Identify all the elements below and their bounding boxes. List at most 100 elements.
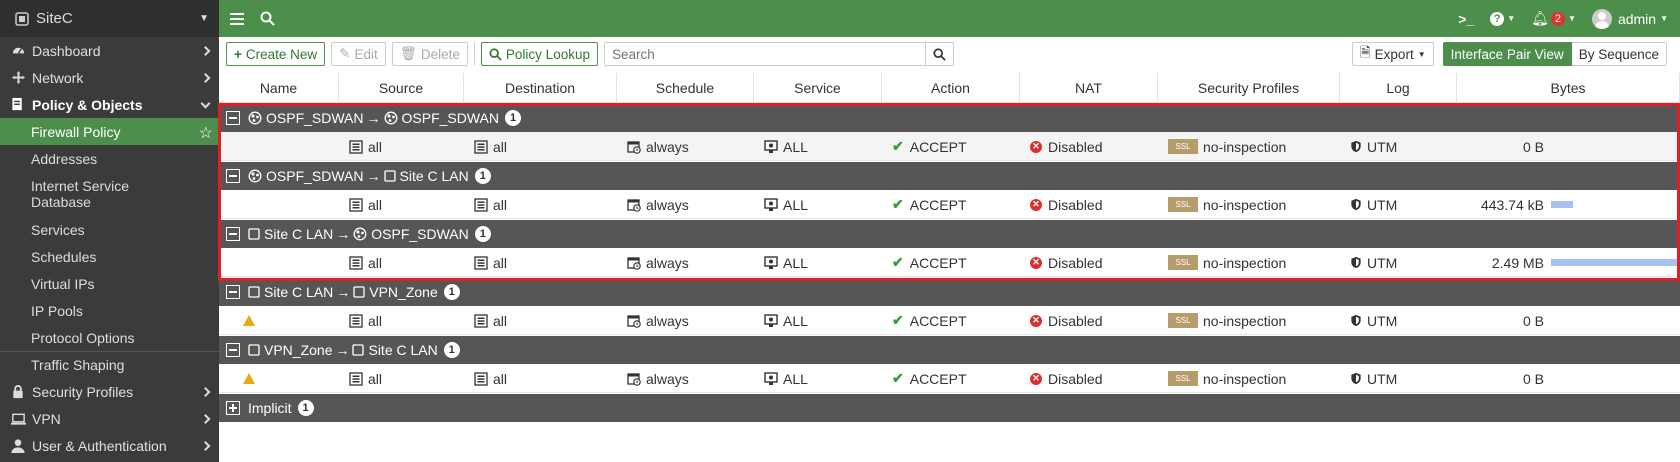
collapse-icon[interactable] — [226, 227, 240, 241]
sidebar-item-user-authentication[interactable]: User & Authentication — [0, 432, 219, 459]
log-cell-value[interactable]: UTM — [1367, 313, 1397, 329]
source-cell-value[interactable]: all — [368, 255, 382, 271]
create-new-button[interactable]: + Create New — [226, 42, 326, 66]
global-search-button[interactable] — [252, 0, 283, 37]
service-cell-value[interactable]: ALL — [783, 313, 808, 329]
column-header-log[interactable]: Log — [1340, 73, 1457, 103]
column-header-destination[interactable]: Destination — [464, 73, 617, 103]
column-header-security-profiles[interactable]: Security Profiles — [1158, 73, 1340, 103]
help-menu-button[interactable]: ? ▼ — [1482, 0, 1523, 37]
interface-pair-group-header[interactable]: OSPF_SDWAN → Site C LAN 1 — [219, 162, 1680, 190]
collapse-icon[interactable] — [226, 343, 240, 357]
destination-cell-value[interactable]: all — [493, 139, 507, 155]
interface-pair-group-header[interactable]: Site C LAN → VPN_Zone 1 — [219, 278, 1680, 306]
expand-icon[interactable] — [226, 401, 240, 415]
schedule-cell-value[interactable]: always — [646, 197, 689, 213]
column-header-name[interactable]: Name — [219, 73, 339, 103]
interface-pair-group-header[interactable]: Site C LAN → OSPF_SDWAN 1 — [219, 220, 1680, 248]
sidebar-item-vpn[interactable]: VPN — [0, 405, 219, 432]
log-cell-value[interactable]: UTM — [1367, 255, 1397, 271]
user-menu-button[interactable]: admin ▼ — [1584, 0, 1680, 37]
action-cell-value[interactable]: ACCEPT — [910, 313, 967, 329]
collapse-icon[interactable] — [226, 111, 240, 125]
schedule-cell-value[interactable]: always — [646, 139, 689, 155]
sidebar-subitem-protocol-options[interactable]: Protocol Options — [0, 324, 219, 351]
notifications-button[interactable]: 🔔︎ 2 ▼ — [1523, 0, 1584, 37]
sidebar-item-network[interactable]: Network — [0, 64, 219, 91]
schedule-cell-value[interactable]: always — [646, 313, 689, 329]
service-cell-value[interactable]: ALL — [783, 371, 808, 387]
table-row[interactable]: all all always ALL ✔ ACCEPT ✕ Disabled SSL no-ins… — [219, 190, 1680, 219]
search-submit-button[interactable] — [924, 43, 953, 65]
log-cell-value[interactable]: UTM — [1367, 371, 1397, 387]
log-cell-value[interactable]: UTM — [1367, 139, 1397, 155]
export-button[interactable]: 🗎 Export ▼ — [1351, 42, 1434, 66]
edit-button[interactable]: ✎ Edit — [331, 42, 386, 66]
sidebar-item-policy-objects[interactable]: Policy & Objects — [0, 91, 219, 118]
by-sequence-button[interactable]: By Sequence — [1571, 42, 1667, 66]
nat-cell-value[interactable]: Disabled — [1048, 197, 1102, 213]
action-cell-value[interactable]: ACCEPT — [910, 371, 967, 387]
favorite-star-icon[interactable]: ☆ — [199, 123, 213, 143]
schedule-cell-value[interactable]: always — [646, 371, 689, 387]
destination-cell-value[interactable]: all — [493, 371, 507, 387]
search-input[interactable] — [604, 43, 925, 65]
security-profiles-cell-value[interactable]: no-inspection — [1203, 139, 1286, 155]
security-profiles-cell-value[interactable]: no-inspection — [1203, 255, 1286, 271]
action-cell-value[interactable]: ACCEPT — [910, 255, 967, 271]
column-header-service[interactable]: Service — [754, 73, 882, 103]
sidebar-subitem-label: Internet Service Database — [31, 178, 130, 210]
sidebar-subitem-traffic-shaping[interactable]: Traffic Shaping — [0, 351, 219, 378]
source-cell-value[interactable]: all — [368, 197, 382, 213]
security-profiles-cell-value[interactable]: no-inspection — [1203, 197, 1286, 213]
interface-pair-group-header[interactable]: OSPF_SDWAN → OSPF_SDWAN 1 — [219, 104, 1680, 132]
table-row[interactable]: all all always ALL ✔ ACCEPT ✕ Disabled SSL no-ins… — [219, 132, 1680, 161]
security-profiles-cell-value[interactable]: no-inspection — [1203, 313, 1286, 329]
nat-cell-value[interactable]: Disabled — [1048, 371, 1102, 387]
interface-pair-group-header[interactable]: VPN_Zone → Site C LAN 1 — [219, 336, 1680, 364]
table-row[interactable]: all all always ALL ✔ ACCEPT ✕ Disabled SSL no-ins… — [219, 306, 1680, 335]
service-cell-value[interactable]: ALL — [783, 139, 808, 155]
interface-pair-view-button[interactable]: Interface Pair View — [1442, 42, 1572, 66]
implicit-group-header[interactable]: Implicit 1 — [219, 394, 1680, 422]
column-header-source[interactable]: Source — [339, 73, 464, 103]
destination-cell-value[interactable]: all — [493, 313, 507, 329]
action-cell-value[interactable]: ACCEPT — [910, 139, 967, 155]
table-row[interactable]: all all always ALL ✔ ACCEPT ✕ Disabled SSL no-ins… — [219, 248, 1680, 277]
menu-toggle-button[interactable] — [219, 0, 252, 37]
column-header-action[interactable]: Action — [882, 73, 1020, 103]
site-selector[interactable]: SiteC ▼ — [0, 0, 219, 37]
security-profiles-cell-value[interactable]: no-inspection — [1203, 371, 1286, 387]
sidebar-subitem-virtual-ips[interactable]: Virtual IPs — [0, 270, 219, 297]
sidebar-subitem-addresses[interactable]: Addresses — [0, 145, 219, 172]
nat-cell-value[interactable]: Disabled — [1048, 139, 1102, 155]
source-cell-value[interactable]: all — [368, 313, 382, 329]
collapse-icon[interactable] — [226, 285, 240, 299]
sidebar-subitem-firewall-policy[interactable]: Firewall Policy ☆ — [0, 118, 219, 145]
log-cell-value[interactable]: UTM — [1367, 197, 1397, 213]
column-header-nat[interactable]: NAT — [1020, 73, 1158, 103]
sidebar-subitem-internet-service-database[interactable]: Internet Service Database — [0, 172, 219, 216]
nat-cell-value[interactable]: Disabled — [1048, 255, 1102, 271]
delete-button[interactable]: 🗑︎ Delete — [391, 42, 468, 66]
action-cell-value[interactable]: ACCEPT — [910, 197, 967, 213]
table-row[interactable]: all all always ALL ✔ ACCEPT ✕ Disabled SSL no-ins… — [219, 364, 1680, 393]
destination-cell-value[interactable]: all — [493, 197, 507, 213]
policy-lookup-button[interactable]: Policy Lookup — [480, 42, 598, 66]
service-cell-value[interactable]: ALL — [783, 197, 808, 213]
sidebar-item-security-profiles[interactable]: Security Profiles — [0, 378, 219, 405]
cli-console-button[interactable]: >_ — [1450, 0, 1482, 37]
source-cell-value[interactable]: all — [368, 139, 382, 155]
column-header-schedule[interactable]: Schedule — [617, 73, 754, 103]
column-header-bytes[interactable]: Bytes — [1457, 73, 1680, 103]
sidebar-item-dashboard[interactable]: Dashboard — [0, 37, 219, 64]
nat-cell-value[interactable]: Disabled — [1048, 313, 1102, 329]
sidebar-subitem-schedules[interactable]: Schedules — [0, 243, 219, 270]
sidebar-subitem-services[interactable]: Services — [0, 216, 219, 243]
collapse-icon[interactable] — [226, 169, 240, 183]
sidebar-subitem-ip-pools[interactable]: IP Pools — [0, 297, 219, 324]
destination-cell-value[interactable]: all — [493, 255, 507, 271]
source-cell-value[interactable]: all — [368, 371, 382, 387]
schedule-cell-value[interactable]: always — [646, 255, 689, 271]
service-cell-value[interactable]: ALL — [783, 255, 808, 271]
